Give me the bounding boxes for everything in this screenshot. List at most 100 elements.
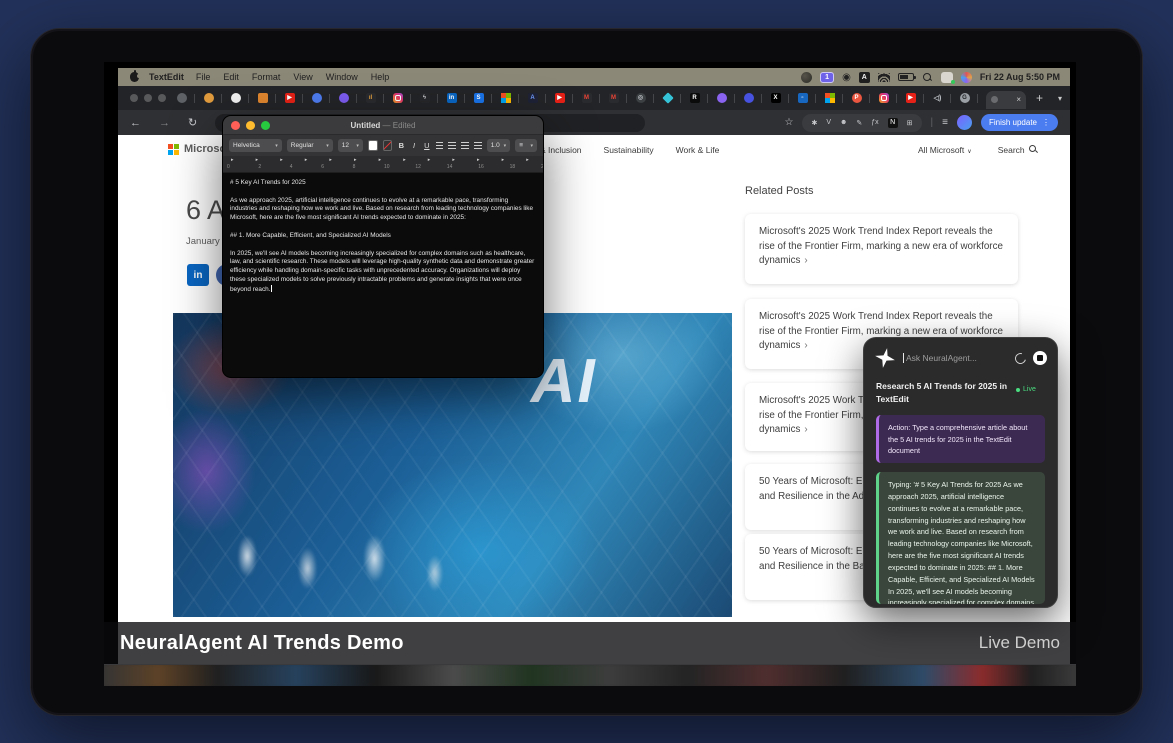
background-color-swatch[interactable] <box>383 140 393 151</box>
ruler-tab-stop-icon[interactable]: ▸ <box>428 157 431 163</box>
ruler-tab-stop-icon[interactable]: ▸ <box>305 157 308 163</box>
reload-icon[interactable]: ↻ <box>188 116 197 129</box>
globe-icon[interactable] <box>801 72 812 83</box>
ruler-tab-stop-icon[interactable]: ▸ <box>477 157 480 163</box>
tab-favicon-lightning[interactable]: ϟ <box>419 93 430 104</box>
align-center-icon[interactable] <box>448 142 456 150</box>
tab-favicon-s[interactable]: S <box>473 93 484 104</box>
menu-window[interactable]: Window <box>326 72 358 82</box>
ruler-tab-stop-icon[interactable]: ▸ <box>452 157 455 163</box>
menu-file[interactable]: File <box>196 72 211 82</box>
ruler-tab-stop-icon[interactable]: ▸ <box>502 157 505 163</box>
font-family-select[interactable]: Helvetica▾ <box>229 139 282 152</box>
browser-menu-kebab-icon[interactable]: ⋮ <box>1042 118 1050 127</box>
record-icon[interactable]: ◉ <box>842 72 851 83</box>
tab-favicon-duotone[interactable] <box>743 93 754 104</box>
font-style-select[interactable]: Regular▾ <box>287 139 333 152</box>
tab-favicon-r[interactable]: R <box>689 93 700 104</box>
ruler-tab-stop-icon[interactable]: ▸ <box>403 157 406 163</box>
tab-favicon-purple[interactable] <box>338 93 349 104</box>
menu-format[interactable]: Format <box>252 72 281 82</box>
battery-icon[interactable] <box>898 73 914 81</box>
minimize-window-icon[interactable] <box>144 94 152 102</box>
menubar-clock[interactable]: Fri 22 Aug 5:50 PM <box>980 72 1060 82</box>
tab-favicon-instagram-2[interactable] <box>878 93 889 104</box>
zoom-window-icon[interactable] <box>158 94 166 102</box>
ruler-tab-stop-icon[interactable]: ▸ <box>526 157 529 163</box>
nav-sustainability[interactable]: Sustainability <box>604 145 654 155</box>
sidebar-lines-icon[interactable]: ≡ <box>942 117 948 128</box>
list-style-select[interactable]: ≡▾ <box>515 139 537 152</box>
menu-help[interactable]: Help <box>371 72 390 82</box>
tab-favicon-speaker[interactable]: ◁) <box>932 93 943 104</box>
tab-favicon-diamond[interactable] <box>662 93 673 104</box>
textedit-window[interactable]: Untitled — Edited Helvetica▾ Regular▾ 12… <box>222 115 544 378</box>
tab-favicon-bluebox[interactable]: ▫ <box>797 93 808 104</box>
nav-work-life[interactable]: Work & Life <box>676 145 720 155</box>
linkedin-share-icon[interactable]: in <box>187 264 209 286</box>
tab-search-chevron-icon[interactable]: ▾ <box>1058 94 1062 103</box>
active-app-name[interactable]: TextEdit <box>149 72 184 82</box>
tab-favicon-analytics[interactable]: ıl <box>365 93 376 104</box>
tab-favicon-youtube-2[interactable]: ▶ <box>554 93 565 104</box>
apple-menu-icon[interactable] <box>130 72 139 82</box>
neuralagent-panel[interactable]: Ask NeuralAgent... Research 5 AI Trends … <box>863 337 1058 608</box>
extension-fx-icon[interactable]: ƒx <box>871 119 878 126</box>
menubar-app-status-icon[interactable] <box>941 72 953 83</box>
bookmark-star-icon[interactable]: ☆ <box>784 117 793 128</box>
spotlight-search-icon[interactable] <box>922 72 933 83</box>
close-tab-icon[interactable]: × <box>1016 95 1021 104</box>
stop-button[interactable] <box>1033 351 1047 365</box>
tab-favicon-ring[interactable]: ◎ <box>635 93 646 104</box>
tab-favicon-microsoft[interactable] <box>500 93 511 104</box>
align-right-icon[interactable] <box>461 142 469 150</box>
wifi-icon[interactable] <box>878 73 890 82</box>
font-size-select[interactable]: 12▾ <box>338 139 363 152</box>
tab-favicon-youtube[interactable]: ▶ <box>284 93 295 104</box>
tab-favicon-microsoft-2[interactable] <box>824 93 835 104</box>
tab-favicon-web[interactable] <box>176 93 187 104</box>
extension-v-icon[interactable]: V <box>826 119 831 126</box>
tab-favicon-gmail-2[interactable]: M <box>608 93 619 104</box>
tab-favicon-violet[interactable] <box>716 93 727 104</box>
tab-favicon-a[interactable]: A <box>527 93 538 104</box>
bold-button[interactable]: B <box>397 141 405 150</box>
extension-ghost-icon[interactable]: ☻ <box>840 119 847 126</box>
tab-favicon-x[interactable]: X <box>770 93 781 104</box>
profile-avatar[interactable] <box>957 115 972 130</box>
align-justify-icon[interactable] <box>474 142 482 150</box>
tab-favicon-p[interactable]: P <box>851 93 862 104</box>
active-tab[interactable]: × <box>986 91 1026 109</box>
tab-favicon-linkedin[interactable]: in <box>446 93 457 104</box>
tab-favicon-gmail[interactable]: M <box>581 93 592 104</box>
back-icon[interactable]: ← <box>130 117 141 129</box>
italic-button[interactable]: I <box>410 141 418 150</box>
ruler-tab-stop-icon[interactable]: ▸ <box>280 157 283 163</box>
tab-favicon-orange-2[interactable] <box>257 93 268 104</box>
text-color-swatch[interactable] <box>368 140 378 151</box>
ruler-tab-stop-icon[interactable]: ▸ <box>231 157 234 163</box>
tab-favicon-blue[interactable] <box>311 93 322 104</box>
textedit-titlebar[interactable]: Untitled — Edited <box>223 116 543 134</box>
menu-edit[interactable]: Edit <box>223 72 239 82</box>
align-left-icon[interactable] <box>436 142 444 150</box>
extension-n-icon[interactable]: N <box>888 118 898 128</box>
tab-favicon-github[interactable] <box>230 93 241 104</box>
line-spacing-select[interactable]: 1.0▾ <box>487 139 511 152</box>
tab-favicon-instagram[interactable] <box>392 93 403 104</box>
window-controls[interactable] <box>130 94 166 102</box>
tab-favicon-g[interactable]: G <box>959 93 970 104</box>
screen-mirroring-icon[interactable]: 1 <box>820 72 834 83</box>
ruler-tab-stop-icon[interactable]: ▸ <box>329 157 332 163</box>
extension-pencil-icon[interactable]: ✎ <box>856 119 862 127</box>
extensions-puzzle-icon[interactable]: ⊞ <box>907 119 913 127</box>
underline-button[interactable]: U <box>423 141 431 150</box>
tab-favicon-orange[interactable] <box>203 93 214 104</box>
forward-icon[interactable]: → <box>159 117 170 129</box>
menu-view[interactable]: View <box>293 72 312 82</box>
related-post-card[interactable]: Microsoft's 2025 Work Trend Index Report… <box>745 214 1018 284</box>
ruler-tab-stop-icon[interactable]: ▸ <box>256 157 259 163</box>
close-window-icon[interactable] <box>130 94 138 102</box>
ruler-tab-stop-icon[interactable]: ▸ <box>379 157 382 163</box>
new-tab-button[interactable]: + <box>1036 91 1043 105</box>
